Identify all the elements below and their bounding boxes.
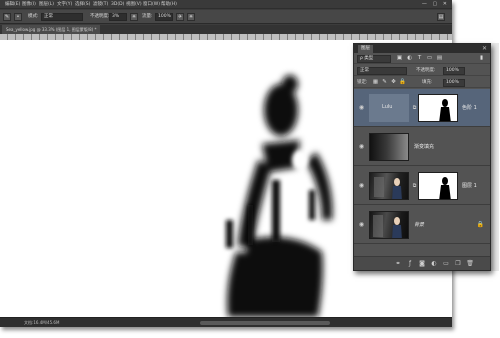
opacity-input[interactable]: 3% (109, 13, 127, 21)
airbrush-icon[interactable]: ✈ (176, 13, 184, 21)
blend-mode-select[interactable]: 正常 (357, 67, 407, 75)
mask-thumbnail[interactable] (418, 172, 458, 200)
photo-thumbnail (369, 172, 409, 200)
delete-layer-icon[interactable]: 🗑 (466, 260, 474, 268)
window-controls[interactable]: — ▢ ✕ (422, 1, 449, 7)
document-tab-bar: Sea_yellow.jpg @ 33.3% (图层 1, 图层蒙版/8) * (0, 25, 452, 34)
adjustment-thumbnail: Lulu (369, 94, 409, 122)
visibility-eye-icon[interactable]: ◉ (358, 104, 365, 111)
lock-paint-icon[interactable]: ✎ (381, 79, 388, 86)
menu-image[interactable]: 图像(I) (22, 1, 36, 8)
adjustment-filter-icon[interactable]: ◐ (406, 55, 413, 62)
visibility-eye-icon[interactable]: ◉ (358, 182, 365, 189)
mode-label: 模式: (28, 14, 39, 19)
status-bar: 文档:16.4M/45.6M (0, 317, 452, 327)
layer-levels[interactable]: ◉ Lulu ⧉ 色阶 1 (354, 89, 490, 127)
menu-bar: 编辑(E) 图像(I) 图层(L) 文字(Y) 选择(S) 滤镜(T) 3D(D… (0, 0, 452, 9)
menu-select[interactable]: 选择(S) (75, 1, 90, 8)
menu-edit[interactable]: 编辑(E) (5, 1, 20, 8)
filter-toggle-icon[interactable]: ▮ (478, 55, 485, 62)
fill-input[interactable]: 100% (443, 79, 465, 87)
window-edge (491, 43, 499, 271)
lock-position-icon[interactable]: ✥ (390, 79, 397, 86)
mask-thumbnail[interactable] (418, 94, 458, 122)
lock-label: 锁定: (357, 80, 368, 85)
smart-object-filter-icon[interactable]: ▤ (436, 55, 443, 62)
opacity-label: 不透明度: (90, 14, 110, 19)
type-filter-icon[interactable]: T (416, 55, 423, 62)
menu-3d[interactable]: 3D(D) (111, 1, 124, 8)
pixel-filter-icon[interactable]: ▣ (396, 55, 403, 62)
pressure-opacity-icon[interactable]: ✳ (130, 13, 138, 21)
layer-opacity-input[interactable]: 100% (443, 67, 465, 75)
layer-background[interactable]: ◉ 背景 🔒 (354, 206, 490, 244)
lock-pixels-icon[interactable]: ▦ (372, 79, 379, 86)
menu-layer[interactable]: 图层(L) (39, 1, 54, 8)
lock-all-icon[interactable]: 🔒 (399, 79, 406, 86)
layer-name: 图层 1 (462, 183, 477, 189)
shape-filter-icon[interactable]: ▭ (426, 55, 433, 62)
layer-filter-row: ρ 类型 ▣ ◐ T ▭ ▤ ▮ (354, 53, 490, 64)
mask-thumb-figure (439, 99, 451, 121)
new-group-icon[interactable]: ▭ (442, 260, 450, 268)
menu-type[interactable]: 文字(Y) (57, 1, 72, 8)
layer-filter-select[interactable]: ρ 类型 (357, 55, 391, 63)
flow-input[interactable]: 100% (155, 13, 173, 21)
menu-help[interactable]: 帮助(H) (161, 1, 177, 8)
link-layers-icon[interactable]: ⚭ (394, 260, 402, 268)
menu-filter[interactable]: 滤镜(T) (93, 1, 108, 8)
visibility-eye-icon[interactable]: ◉ (358, 221, 365, 228)
layer-1[interactable]: ◉ ⧉ 图层 1 (354, 167, 490, 205)
pressure-size-icon[interactable]: ✳ (187, 13, 195, 21)
layer-name: 色阶 1 (462, 105, 477, 111)
panel-footer: ⚭ ƒ ◙ ◐ ▭ ❐ 🗑 (354, 256, 490, 270)
layers-tab[interactable]: 图层 (358, 45, 373, 53)
link-icon: ⧉ (412, 105, 417, 111)
blend-row: 正常 不透明度: 100% (354, 65, 490, 76)
close-icon[interactable]: ✕ (482, 44, 487, 53)
layer-gradient-fill[interactable]: ◉ 渐变填充 (354, 128, 490, 166)
layer-style-icon[interactable]: ƒ (406, 260, 414, 268)
link-icon: ⧉ (412, 183, 417, 189)
photo-thumbnail (369, 211, 409, 239)
document-tab[interactable]: Sea_yellow.jpg @ 33.3% (图层 1, 图层蒙版/8) * (2, 25, 101, 34)
document-info[interactable]: 文档:16.4M/45.6M (24, 319, 59, 327)
mask-thumb-figure (439, 177, 451, 199)
panel-header: 图层 ✕ (354, 44, 490, 53)
brush-tool-icon[interactable]: ✎ (3, 13, 11, 21)
options-bar: ✎ • 模式: 正常 不透明度: 3% ✳ 流量: 100% ✈ ✳ ▤ (0, 10, 452, 24)
layer-name: 渐变填充 (414, 144, 435, 150)
layers-panel: 图层 ✕ ρ 类型 ▣ ◐ T ▭ ▤ ▮ 正常 不透明度: 100% 锁定: … (353, 43, 491, 271)
photo-thumb-figure (374, 177, 402, 199)
add-mask-icon[interactable]: ◙ (418, 260, 426, 268)
brush-preset-icon[interactable]: • (14, 13, 22, 21)
menu-window[interactable]: 窗口(W) (143, 1, 160, 8)
adjustment-layer-icon[interactable]: ◐ (430, 260, 438, 268)
thumb-label: Lulu (382, 104, 393, 110)
opacity-label: 不透明度: (416, 68, 436, 73)
mode-select[interactable]: 正常 (41, 13, 83, 21)
gradient-thumbnail (369, 133, 409, 161)
workspace-icon[interactable]: ▤ (437, 13, 445, 21)
horizontal-scrollbar[interactable] (200, 321, 330, 325)
menu-view[interactable]: 视图(V) (126, 1, 142, 8)
visibility-eye-icon[interactable]: ◉ (358, 143, 365, 150)
photo-thumb-figure (373, 215, 402, 238)
layer-name: 背景 (414, 222, 425, 228)
new-layer-icon[interactable]: ❐ (454, 260, 462, 268)
screenshot: 编辑(E) 图像(I) 图层(L) 文字(Y) 选择(S) 滤镜(T) 3D(D… (0, 0, 500, 338)
lock-row: 锁定: ▦ ✎ ✥ 🔒 填充: 100% (354, 77, 490, 88)
lock-icon: 🔒 (476, 221, 484, 228)
fill-label: 填充: (422, 80, 433, 85)
flow-label: 流量: (142, 14, 153, 19)
